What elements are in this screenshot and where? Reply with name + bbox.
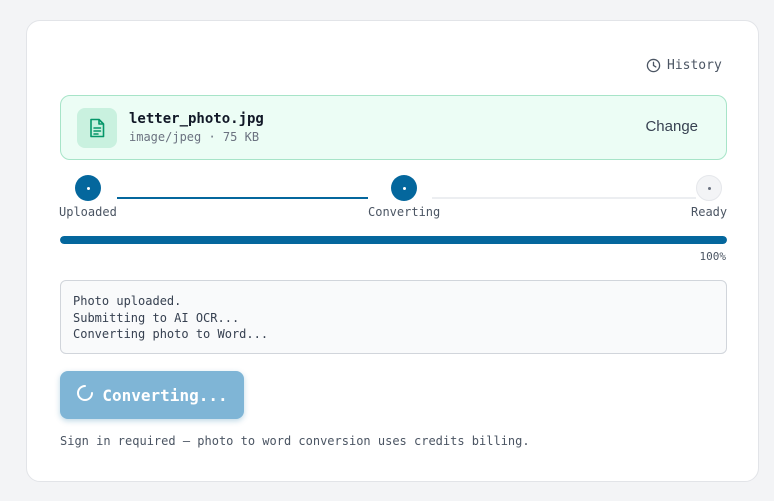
selected-file-panel: letter_photo.jpg image/jpeg · 75 KB Chan… — [60, 95, 727, 160]
convert-button-label: Converting... — [102, 385, 228, 405]
file-meta: image/jpeg · 75 KB — [129, 130, 260, 144]
step-label-ready: Ready — [691, 205, 728, 219]
step-connector-1 — [117, 197, 368, 199]
history-button[interactable]: History — [646, 58, 722, 73]
document-icon — [77, 108, 117, 148]
step-dot-converting — [391, 175, 417, 201]
step-label-uploaded: Uploaded — [59, 205, 117, 219]
convert-button[interactable]: Converting... — [60, 371, 244, 419]
billing-note: Sign in required — photo to word convers… — [60, 434, 530, 448]
log-line: Converting photo to Word... — [73, 327, 269, 341]
status-log: Photo uploaded. Submitting to AI OCR... … — [60, 280, 727, 354]
spinner-icon — [76, 384, 94, 406]
step-connector-2 — [432, 197, 696, 199]
progress-percent: 100% — [699, 250, 727, 263]
step-dot-uploaded — [75, 175, 101, 201]
converter-card: History letter_photo.jpg image/jpeg · 75… — [26, 20, 759, 482]
change-file-button[interactable]: Change — [645, 118, 698, 135]
log-line: Submitting to AI OCR... — [73, 310, 240, 325]
log-line: Photo uploaded. — [73, 294, 182, 308]
step-dot-ready — [696, 175, 722, 201]
step-label-converting: Converting — [368, 205, 441, 219]
clock-icon — [646, 58, 661, 73]
file-name: letter_photo.jpg — [129, 111, 264, 127]
history-label: History — [667, 58, 722, 73]
progress-fill — [60, 236, 727, 244]
progress-bar — [60, 236, 727, 244]
